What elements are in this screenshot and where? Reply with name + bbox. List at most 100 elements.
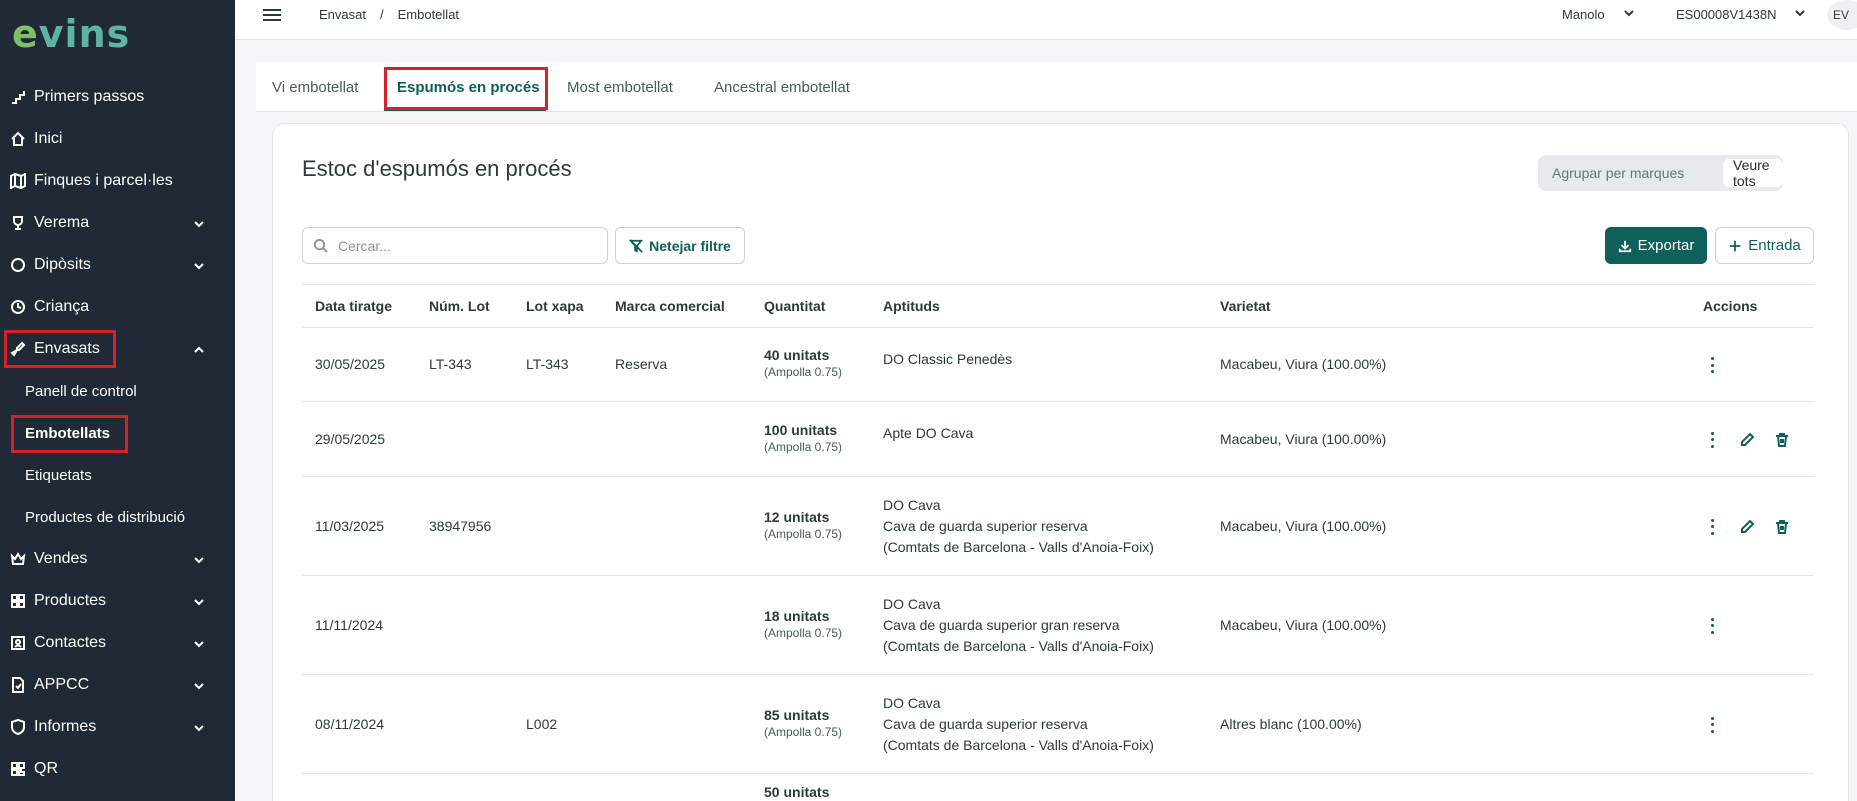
add-entry-button[interactable]: Entrada	[1715, 227, 1814, 264]
registry-code: ES00008V1438N	[1676, 7, 1777, 22]
cell-num-lot: 38947956	[429, 517, 492, 534]
sidebar-item-label: APPCC	[34, 676, 90, 693]
cell-quantitat: 18 unitats (Ampolla 0.75)	[764, 608, 842, 640]
chevron-down-icon	[193, 259, 205, 271]
user-dropdown[interactable]: Manolo	[1562, 7, 1635, 22]
chevron-down-icon	[1794, 7, 1806, 22]
clear-filter-button[interactable]: Netejar filtre	[615, 227, 745, 264]
sidebar-item-inici[interactable]: Inici	[0, 118, 235, 160]
search-box	[302, 227, 608, 264]
aptitud-line: (Comtats de Barcelona - Valls d'Anoia-Fo…	[883, 638, 1154, 654]
more-options-icon[interactable]	[1702, 430, 1722, 450]
toggle-show-all[interactable]: Veure tots	[1723, 157, 1783, 189]
cell-aptituds: DO Cava Cava de guarda superior gran rese…	[883, 594, 1154, 657]
table-row[interactable]: 30/05/2025 LT-343 LT-343 Reserva 40 unitats (…	[302, 328, 1814, 402]
grid-icon	[10, 593, 26, 609]
trash-icon[interactable]	[1772, 517, 1792, 537]
aptitud-line: DO Classic Penedès	[883, 350, 1013, 367]
sidebar-item-label: Informes	[34, 718, 97, 735]
col-data-tiratge[interactable]: Data tiratge	[315, 298, 392, 314]
chevron-down-icon	[1623, 7, 1635, 22]
cell-data-tiratge: 11/03/2025	[315, 517, 385, 534]
sidebar-subitem-embotellats[interactable]: Embotellats	[0, 412, 235, 454]
table-row[interactable]: 50 unitats	[302, 774, 1814, 801]
map-icon	[10, 173, 26, 189]
more-options-icon[interactable]	[1702, 355, 1722, 375]
col-aptituds[interactable]: Aptituds	[883, 298, 940, 314]
stock-table: Data tiratge Núm. Lot Lot xapa Marca com…	[302, 284, 1814, 801]
tab-espumos-en-proces[interactable]: Espumós en procés	[397, 62, 540, 112]
breadcrumb-embotellat[interactable]: Embotellat	[398, 7, 459, 22]
aptitud-line: DO Cava	[883, 596, 941, 612]
trash-icon[interactable]	[1772, 430, 1792, 450]
sidebar-subitem-etiquetats[interactable]: Etiquetats	[0, 454, 235, 496]
user-name: Manolo	[1562, 7, 1605, 22]
aptitud-line: (Comtats de Barcelona - Valls d'Anoia-Fo…	[883, 539, 1154, 555]
sidebar-item-verema[interactable]: Verema	[0, 202, 235, 244]
quantity-value: 50 unitats	[764, 784, 830, 800]
tab-most-embotellat[interactable]: Most embotellat	[567, 62, 673, 112]
quantity-container: (Ampolla 0.75)	[764, 365, 843, 379]
cell-data-tiratge: 29/05/2025	[315, 430, 386, 447]
sidebar-subitem-panell-de-control[interactable]: Panell de control	[0, 370, 235, 412]
cell-aptituds: DO Cava Cava de guarda superior reserva (C…	[883, 495, 1154, 558]
breadcrumb-envasat[interactable]: Envasat	[319, 7, 366, 22]
evins-logo[interactable]: evins	[12, 12, 130, 56]
sidebar-item-primers-passos[interactable]: Primers passos	[0, 76, 235, 118]
col-lot-xapa[interactable]: Lot xapa	[526, 298, 584, 314]
sidebar-item-appcc[interactable]: APPCC	[0, 664, 235, 706]
clock-icon	[10, 299, 26, 315]
chevron-down-icon	[193, 595, 205, 607]
home-icon	[10, 131, 26, 147]
view-toggle: Agrupar per marques Veure tots	[1538, 155, 1783, 191]
sidebar-item-envasats[interactable]: Envasats	[0, 328, 235, 370]
avatar[interactable]: EV	[1827, 0, 1857, 30]
sidebar-item-crianca[interactable]: Criança	[0, 286, 235, 328]
tab-ancestral-embotellat[interactable]: Ancestral embotellat	[714, 62, 850, 112]
cell-varietat: Macabeu, Viura (100.00%)	[1220, 430, 1387, 447]
sidebar-item-label: Finques i parcel·les	[34, 172, 173, 189]
sidebar-item-contactes[interactable]: Contactes	[0, 622, 235, 664]
download-icon	[1618, 240, 1631, 252]
sidebar-item-productes[interactable]: Productes	[0, 580, 235, 622]
bottle-icon	[10, 341, 26, 357]
sidebar-item-label: Verema	[34, 214, 90, 231]
sidebar-item-label: Productes	[34, 592, 107, 609]
sidebar-item-qr[interactable]: QR	[0, 748, 235, 790]
sidebar-item-vendes[interactable]: Vendes	[0, 538, 235, 580]
more-options-icon[interactable]	[1702, 715, 1722, 735]
aptitud-line: DO Cava	[883, 695, 941, 711]
search-input[interactable]	[338, 237, 588, 254]
aptitud-line: Cava de guarda superior reserva	[883, 518, 1088, 534]
table-row[interactable]: 08/11/2024 L002 85 unitats (Ampolla 0.75) DO…	[302, 675, 1814, 774]
table-row[interactable]: 11/03/2025 38947956 12 unitats (Ampolla 0.7…	[302, 477, 1814, 576]
quantity-container: (Ampolla 0.75)	[764, 526, 843, 541]
edit-pencil-icon[interactable]	[1737, 517, 1757, 537]
col-num-lot[interactable]: Núm. Lot	[429, 298, 490, 314]
more-options-icon[interactable]	[1702, 517, 1722, 537]
topbar: Envasat / Embotellat Manolo ES00008V1438…	[235, 0, 1857, 40]
col-marca-comercial[interactable]: Marca comercial	[615, 298, 725, 314]
sidebar-item-label: Dipòsits	[34, 256, 91, 273]
cell-data-tiratge: 08/11/2024	[315, 715, 385, 732]
sidebar-item-finques-i-parcel-les[interactable]: Finques i parcel·les	[0, 160, 235, 202]
page-title: Estoc d'espumós en procés	[302, 156, 572, 181]
more-options-icon[interactable]	[1702, 616, 1722, 636]
registry-dropdown[interactable]: ES00008V1438N	[1676, 7, 1806, 22]
toggle-group-by-brand[interactable]: Agrupar per marques	[1542, 159, 1694, 187]
tab-vi-embotellat[interactable]: Vi embotellat	[272, 62, 358, 112]
table-row[interactable]: 29/05/2025 100 unitats (Ampolla 0.75) Apte …	[302, 402, 1814, 477]
sidebar-item-informes[interactable]: Informes	[0, 706, 235, 748]
sidebar-subitem-productes-de-distribucio[interactable]: Productes de distribució	[0, 496, 235, 538]
hamburger-menu-icon[interactable]	[263, 6, 283, 26]
col-varietat[interactable]: Varietat	[1220, 298, 1271, 314]
table-row[interactable]: 11/11/2024 18 unitats (Ampolla 0.75) DO Cav…	[302, 576, 1814, 675]
tabs-bar: Vi embotellat Espumós en procés Most emb…	[256, 62, 1857, 112]
contact-card-icon	[10, 635, 26, 651]
edit-pencil-icon[interactable]	[1737, 430, 1757, 450]
sidebar: evins Primers passos Inici Finques i parce…	[0, 0, 235, 801]
breadcrumb-separator: /	[379, 7, 384, 22]
export-button[interactable]: Exportar	[1605, 227, 1707, 264]
col-quantitat[interactable]: Quantitat	[764, 298, 825, 314]
sidebar-item-diposits[interactable]: Dipòsits	[0, 244, 235, 286]
